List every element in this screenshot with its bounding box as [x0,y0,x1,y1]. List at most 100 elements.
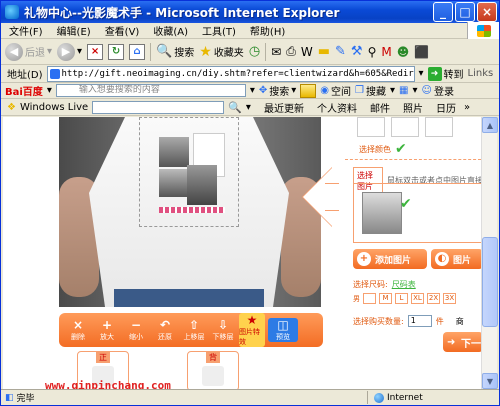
delete-button[interactable]: × 删除 [65,318,91,342]
size-m-option[interactable]: M [379,293,392,304]
menu-bar: 文件(F) 编辑(E) 查看(V) 收藏(A) 工具(T) 帮助(H) [1,22,499,39]
chevron-right-icon[interactable]: » [464,102,470,113]
layer-up-button[interactable]: ⇧ 上移层 [181,318,207,342]
pen-icon[interactable]: ✎ [335,44,346,59]
forward-button[interactable]: ▶ ▾ [57,42,82,61]
layer-up-label: 上移层 [183,333,205,341]
go-button[interactable]: ➜ 转到 [427,66,464,81]
print-icon[interactable]: ⎙ [286,44,296,59]
baidu-search-input[interactable]: 输入想要搜索的内容 [55,84,246,97]
live-brand[interactable]: Windows Live [20,102,88,113]
links-label[interactable]: Links [468,68,494,79]
dropdown-arrow-icon[interactable]: ▾ [77,46,82,57]
live-search-icon[interactable]: 🔍 [228,101,242,114]
size-2x-option[interactable]: 2X [427,293,440,304]
close-button[interactable]: × [477,2,497,22]
color-swatches [357,117,467,139]
window-title: 礼物中心--光影魔术手 - Microsoft Internet Explore… [24,5,340,20]
mail-icon[interactable]: ✉ [271,45,281,59]
quantity-unit: 件 [435,316,444,326]
live-link-profile[interactable]: 个人资料 [317,100,357,115]
menu-view[interactable]: 查看(V) [105,23,140,38]
vertical-scrollbar[interactable]: ▲ ▼ [481,117,498,389]
search-button[interactable]: 🔍 搜索 [156,44,194,59]
tool-icon[interactable]: ⚒ [351,44,363,59]
live-link-calendar[interactable]: 日历 [436,100,456,115]
size-xl-option[interactable]: XL [411,293,424,304]
title-bar[interactable]: 礼物中心--光影魔术手 - Microsoft Internet Explore… [1,1,499,23]
address-dropdown-icon[interactable]: ▾ [419,68,424,79]
design-photo[interactable] [159,137,189,167]
home-icon[interactable]: ⌂ [129,43,146,60]
edit-icon[interactable]: W [301,45,313,59]
design-photo[interactable] [159,169,187,197]
menu-edit[interactable]: 编辑(E) [57,23,91,38]
dropdown-arrow-icon[interactable]: ▾ [250,85,255,96]
back-view-thumb[interactable]: 背 [187,351,239,389]
space-button[interactable]: ◉ 空间 [320,83,351,98]
user-icon: ☺ [421,85,432,96]
folder-icon[interactable]: ▬ [318,44,330,59]
add-image-button[interactable]: + 添加图片 [353,249,427,269]
research-icon[interactable]: ⬛ [414,45,429,59]
minimize-button[interactable]: _ [433,2,453,22]
image-button[interactable]: ◐ 图片 [431,249,481,269]
panel-icon[interactable]: ▦ [399,85,408,96]
menu-file[interactable]: 文件(F) [9,23,43,38]
login-button[interactable]: ☺ 登录 [422,83,454,98]
dropdown-arrow-icon[interactable]: ▾ [47,46,52,57]
favorites-button[interactable]: ★ 收藏夹 [199,44,244,60]
undo-button[interactable]: ↶ 还原 [152,318,178,342]
paw-icon: ✥ [258,85,268,96]
effects-button[interactable]: ★ 图片特效 [239,313,265,347]
add-image-icon: + [357,252,371,266]
history-icon[interactable]: ◷ [249,44,260,59]
quantity-stepper[interactable]: 1 [407,315,432,327]
go-label: 转到 [443,70,464,81]
preview-button[interactable]: ◫ 预览 [268,318,298,342]
color-swatch[interactable] [425,117,453,137]
translate-icon[interactable]: M [381,45,391,59]
gallery-thumb[interactable] [362,192,402,234]
color-swatch[interactable] [357,117,385,137]
dropdown-arrow-icon[interactable]: ▾ [390,85,395,96]
messenger-icon[interactable]: ☻ [397,45,410,59]
menu-tools[interactable]: 工具(T) [202,23,236,38]
live-link-updates[interactable]: 最近更新 [264,100,304,115]
size-3x-option[interactable]: 3X [443,293,456,304]
select-size-label: 选择尺码: [353,280,388,289]
size-chart-link[interactable]: 尺码表 [392,279,416,290]
scroll-thumb[interactable] [482,237,498,327]
dropdown-arrow-icon[interactable]: ▾ [412,85,417,96]
scroll-up-icon[interactable]: ▲ [482,117,498,133]
design-photo[interactable] [187,165,217,205]
color-swatch[interactable] [391,117,419,137]
magnifier-icon[interactable]: ⚲ [368,45,377,59]
layer-down-button[interactable]: ⇩ 下移层 [210,318,236,342]
live-link-mail[interactable]: 邮件 [370,100,390,115]
dropdown-arrow-icon[interactable]: ▾ [246,102,251,113]
size-l-option[interactable]: L [395,293,408,304]
baidu-logo[interactable]: Bai百度 [5,83,43,98]
zoom-out-button[interactable]: − 缩小 [123,318,149,342]
highlight-icon[interactable] [300,83,317,98]
menu-help[interactable]: 帮助(H) [250,23,285,38]
live-link-photos[interactable]: 照片 [403,100,423,115]
scroll-down-icon[interactable]: ▼ [482,373,498,389]
zone-label: Internet [387,392,423,403]
back-button[interactable]: ◀ 后退 ▾ [5,42,52,61]
dropdown-arrow-icon[interactable]: ▾ [47,85,52,96]
effects-label: 图片特效 [239,328,260,346]
design-strip [159,207,225,213]
address-input[interactable]: http://gift.neoimaging.cn/diy.shtm?refer… [46,65,415,82]
collect-button[interactable]: ❐ 搜藏 [355,83,386,98]
baidu-search-button[interactable]: ✥ 搜索 ▾ [259,83,296,98]
next-button[interactable]: ➜ 下一 [443,332,481,352]
live-search-input[interactable] [92,100,225,114]
menu-favorites[interactable]: 收藏(A) [153,23,188,38]
refresh-icon[interactable]: ↻ [108,43,125,60]
zoom-in-button[interactable]: + 放大 [94,318,120,342]
maximize-button[interactable]: □ [455,2,475,22]
size-s-option[interactable] [363,293,376,304]
stop-icon[interactable]: × [87,43,104,60]
